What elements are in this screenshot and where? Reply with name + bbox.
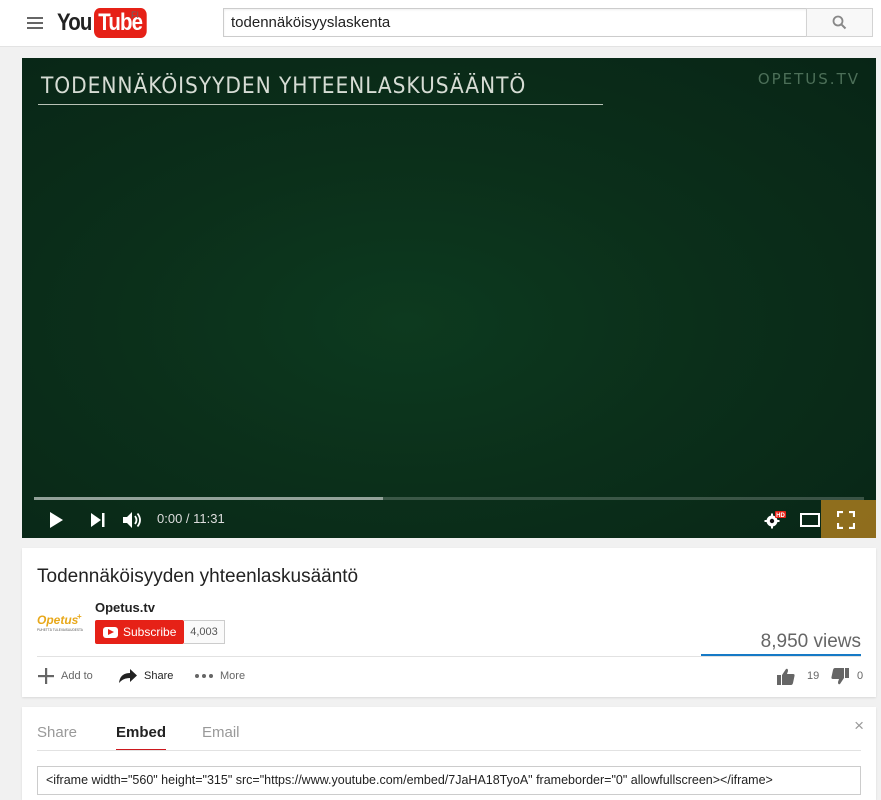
close-icon[interactable]: × bbox=[854, 716, 864, 736]
progress-bar[interactable] bbox=[34, 497, 864, 500]
divider bbox=[37, 656, 861, 657]
more-dots-icon bbox=[195, 674, 213, 678]
menu-icon[interactable] bbox=[22, 12, 48, 34]
svg-text:+: + bbox=[77, 612, 82, 621]
chalkboard-underline bbox=[38, 104, 603, 105]
buffered-fill bbox=[34, 497, 383, 500]
like-count: 19 bbox=[807, 670, 820, 682]
video-info-card: Todennäköisyyden yhteenlaskusääntö Opetu… bbox=[22, 548, 876, 697]
tab-email[interactable]: Email bbox=[202, 724, 240, 749]
gear-icon: HD bbox=[764, 511, 786, 529]
share-label: Share bbox=[144, 670, 174, 682]
time-display: 0:00 / 11:31 bbox=[157, 511, 225, 526]
settings-button[interactable]: HD bbox=[762, 508, 788, 532]
play-button[interactable] bbox=[44, 509, 68, 531]
theater-mode-button[interactable] bbox=[798, 508, 822, 532]
dislike-button[interactable]: 0 bbox=[831, 665, 863, 687]
thumbs-up-icon bbox=[777, 668, 795, 685]
more-button[interactable]: More bbox=[194, 665, 245, 687]
volume-button[interactable] bbox=[120, 508, 146, 532]
youtube-logo[interactable]: You Tube FI bbox=[57, 8, 155, 38]
logo-you: You bbox=[57, 9, 92, 36]
fullscreen-icon bbox=[837, 511, 855, 529]
tab-divider bbox=[37, 750, 861, 751]
region-code: FI bbox=[131, 10, 139, 20]
tab-embed[interactable]: Embed bbox=[116, 724, 167, 751]
embed-code-field[interactable]: <iframe width="560" height="315" src="ht… bbox=[37, 766, 861, 795]
theater-mode-icon bbox=[800, 513, 820, 527]
search-button[interactable] bbox=[806, 8, 873, 37]
hd-badge: HD bbox=[776, 513, 785, 519]
more-label: More bbox=[220, 670, 246, 682]
video-player[interactable]: TODENNÄKÖISYYDEN YHTEENLASKUSÄÄNTÖ OPETU… bbox=[22, 58, 876, 538]
view-count: 8,950 views bbox=[760, 631, 861, 652]
channel-logo-text: Opetus bbox=[37, 613, 79, 627]
thumbs-down-icon bbox=[831, 667, 849, 684]
share-panel: Share Embed Email × <iframe width="560" … bbox=[22, 707, 876, 800]
subscribe-label: Subscribe bbox=[123, 625, 177, 639]
search-input[interactable]: todennäköisyyslaskenta bbox=[223, 8, 807, 37]
masthead: You Tube FI todennäköisyyslaskenta bbox=[0, 0, 881, 47]
skip-next-icon bbox=[91, 513, 105, 527]
sentiment-bar bbox=[701, 654, 861, 656]
volume-icon bbox=[123, 512, 141, 528]
channel-name[interactable]: Opetus.tv bbox=[95, 600, 155, 615]
channel-logo-subtext: PUHETTÄ TULEVAISUUDESTA bbox=[37, 628, 84, 632]
channel-logo[interactable]: Opetus + PUHETTÄ TULEVAISUUDESTA bbox=[37, 610, 85, 636]
fullscreen-button[interactable] bbox=[833, 508, 859, 532]
search-icon bbox=[832, 15, 847, 30]
tab-share[interactable]: Share bbox=[37, 724, 77, 749]
youtube-play-icon bbox=[103, 627, 118, 638]
subscribe-button[interactable]: Subscribe bbox=[95, 620, 184, 644]
next-button[interactable] bbox=[86, 509, 110, 531]
share-arrow-icon bbox=[119, 669, 137, 683]
chalkboard-title: TODENNÄKÖISYYDEN YHTEENLASKUSÄÄNTÖ bbox=[41, 74, 527, 99]
like-button[interactable]: 19 bbox=[777, 665, 819, 687]
video-title: Todennäköisyyden yhteenlaskusääntö bbox=[37, 566, 359, 587]
plus-icon bbox=[38, 668, 54, 684]
dislike-count: 0 bbox=[857, 670, 864, 682]
watermark: OPETUS.TV bbox=[757, 70, 860, 88]
play-icon bbox=[50, 512, 63, 528]
add-to-button[interactable]: Add to bbox=[37, 665, 93, 687]
add-to-label: Add to bbox=[61, 670, 93, 682]
share-button[interactable]: Share bbox=[118, 665, 173, 687]
subscriber-count: 4,003 bbox=[184, 620, 225, 644]
